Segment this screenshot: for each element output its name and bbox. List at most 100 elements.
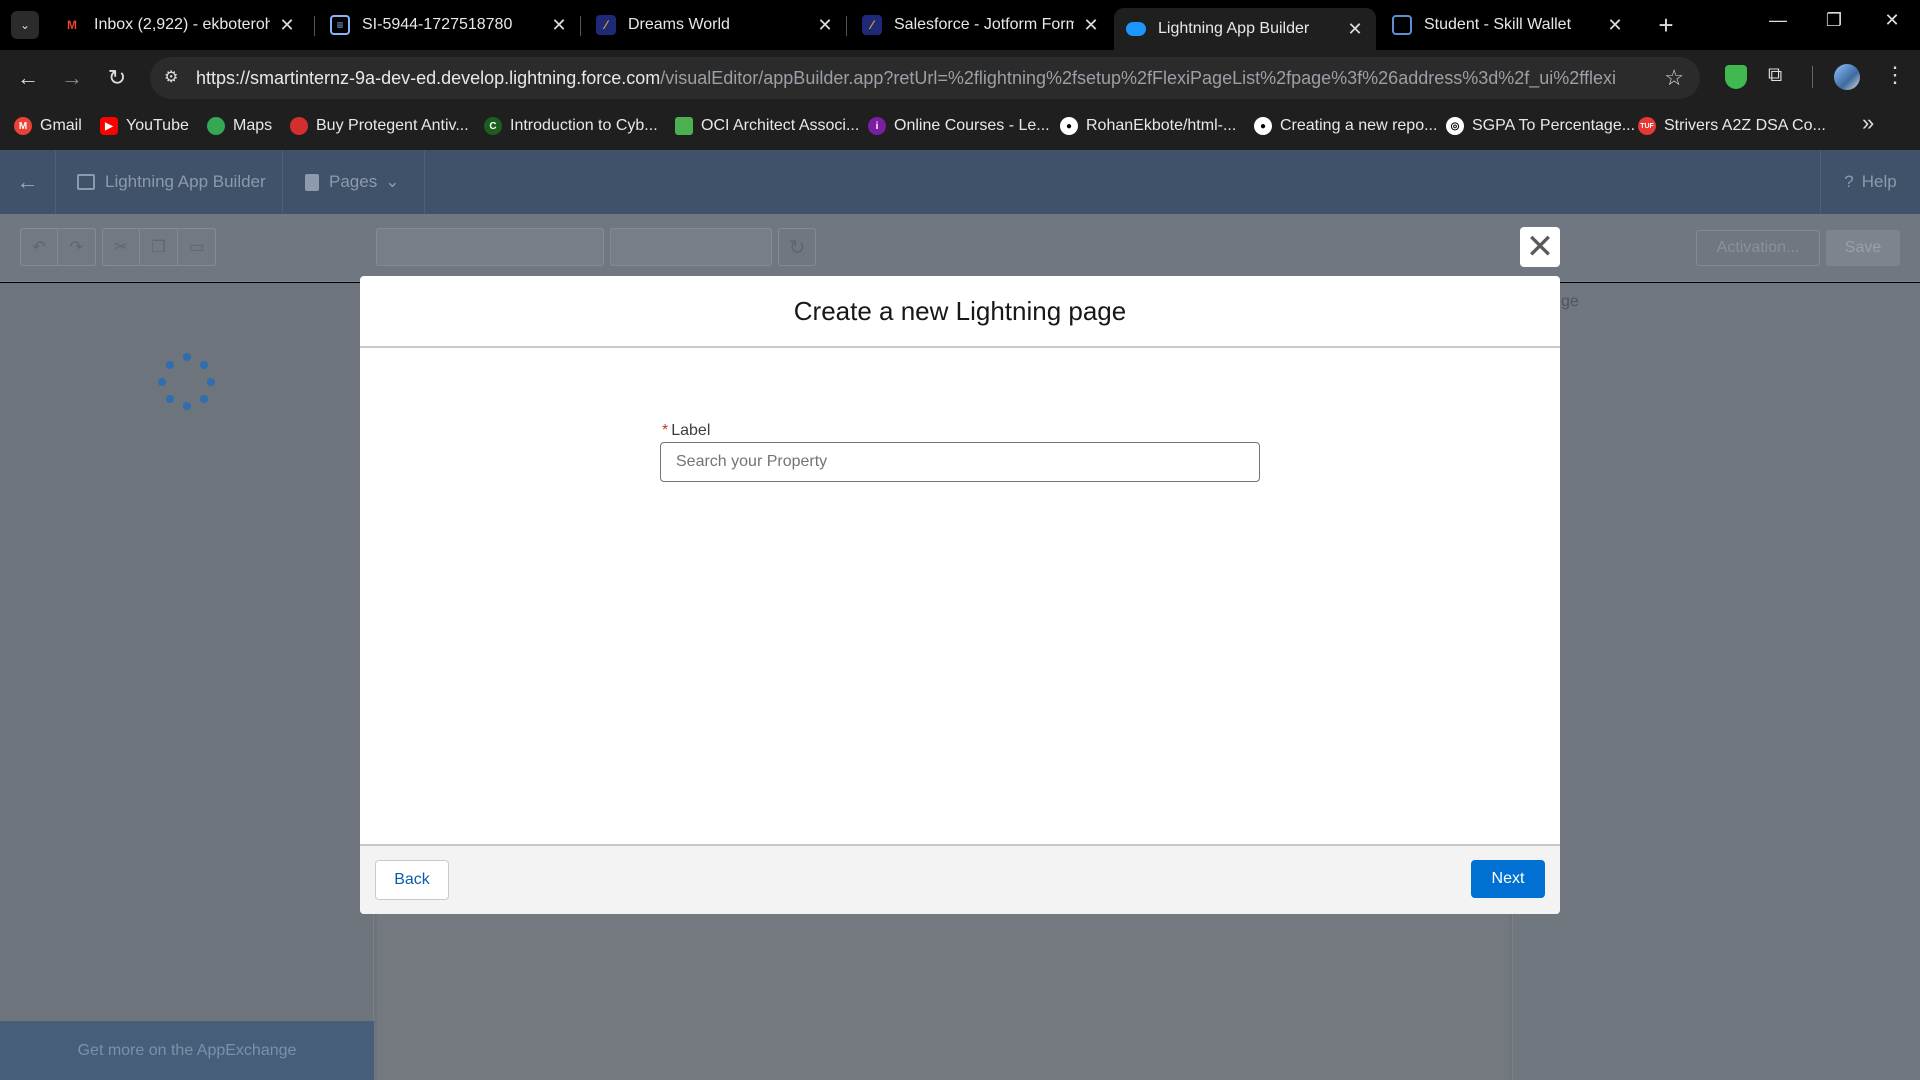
tab-lightning-app-builder[interactable]: Lightning App Builder ✕ [1114,8,1376,50]
bookmarks-bar: M Gmail ▶ YouTube Maps Buy Protegent Antiv… [0,106,1920,150]
modal-title: Create a new Lightning page [793,295,1127,326]
tab-skill-wallet[interactable]: Student - Skill Wallet ✕ [1380,8,1636,42]
bookmark-label: Introduction to Cyb... [510,117,658,134]
reload-icon[interactable]: ↻ [103,64,131,92]
back-arrow-icon[interactable]: ← [14,64,42,92]
maps-pin-icon [207,117,225,135]
save-button[interactable]: Save [1826,230,1900,266]
tab-title: Lightning App Builder [1158,20,1310,37]
cut-icon[interactable]: ✂ [102,228,140,266]
modal-content: * Label [360,348,1560,844]
close-icon: ✕ [1525,228,1555,266]
bookmark-gmail[interactable]: M Gmail [14,117,82,135]
close-tab-icon[interactable]: ✕ [550,15,568,36]
close-tab-icon[interactable]: ✕ [1082,15,1100,36]
close-tab-icon[interactable]: ✕ [1346,19,1364,40]
required-asterisk: * [662,422,669,439]
tab-si-document[interactable]: ≡ SI-5944-1727518780 ✕ [318,8,580,42]
refresh-icon[interactable]: ↻ [778,228,816,266]
restore-icon[interactable]: ❐ [1814,10,1854,31]
url-path: /visualEditor/appBuilder.app?retUrl=%2fl… [660,68,1616,88]
bookmark-star-icon[interactable]: ☆ [1664,65,1684,91]
gmail-icon: M [67,18,77,32]
new-tab-button[interactable]: + [1652,11,1680,39]
bookmark-online-courses[interactable]: i Online Courses - Le... [868,117,1050,135]
pages-menu-label: Pages [329,172,378,191]
bookmark-label: SGPA To Percentage... [1472,117,1636,134]
bookmark-new-repo[interactable]: ● Creating a new repo... [1254,117,1437,135]
redo-icon[interactable]: ↷ [58,228,96,266]
chevron-down-icon: ⌄ [385,172,400,191]
page-selector[interactable] [376,228,604,266]
bookmark-youtube[interactable]: ▶ YouTube [100,117,189,135]
new-lightning-page-modal: Create a new Lightning page *Label Back … [360,276,1560,914]
properties-panel: ge [1512,283,1920,1080]
device-selector[interactable] [610,228,772,266]
paste-icon[interactable]: ▭ [178,228,216,266]
github-icon: ● [1060,117,1078,135]
app-builder-title: Lightning App Builder [57,150,283,214]
copy-icon[interactable]: ❐ [140,228,178,266]
close-tab-icon[interactable]: ✕ [816,15,834,36]
minimize-icon[interactable]: — [1758,10,1798,31]
protegent-icon [290,117,308,135]
modal-close-button[interactable]: ✕ [1520,227,1560,267]
bookmark-oci[interactable]: OCI Architect Associ... [675,117,859,135]
browser-menu-icon[interactable]: ⋮ [1884,62,1906,88]
tab-gmail[interactable]: M Inbox (2,922) - ekboteroha ✕ [50,8,308,42]
bookmark-github-repo[interactable]: ● RohanEkbote/html-... [1060,117,1236,135]
next-button[interactable]: Next [1471,860,1545,898]
bookmark-maps[interactable]: Maps [207,117,272,135]
app-title-text: Lightning App Builder [105,172,266,191]
bookmark-label: OCI Architect Associ... [701,117,860,134]
page-icon [1392,15,1412,35]
forward-arrow-icon[interactable]: → [58,64,86,92]
profile-avatar[interactable] [1834,64,1860,90]
help-label: Help [1861,172,1897,191]
label-input[interactable] [660,442,1260,482]
tab-dreams-world[interactable]: ⁄ Dreams World ✕ [584,8,846,42]
browser-toolbar: ← → ↻ ⚙ https://smartinternz-9a-dev-ed.d… [0,50,1920,106]
back-button[interactable]: Back [375,860,449,900]
close-tab-icon[interactable]: ✕ [278,15,296,36]
components-panel: Get more on the AppExchange [0,283,374,1080]
bookmark-cyber[interactable]: C Introduction to Cyb... [484,117,658,135]
close-tab-icon[interactable]: ✕ [1606,15,1624,36]
tab-divider [580,16,581,36]
bookmark-label: Maps [233,117,273,134]
bookmark-protegent[interactable]: Buy Protegent Antiv... [290,117,469,135]
label-field-label: * Label [662,422,710,440]
appexchange-link[interactable]: Get more on the AppExchange [0,1021,374,1080]
bookmark-label: Creating a new repo... [1280,117,1438,134]
youtube-icon: ▶ [100,117,118,135]
extensions-puzzle-icon[interactable]: ⧉ [1768,64,1782,87]
address-bar[interactable]: ⚙ https://smartinternz-9a-dev-ed.develop… [150,57,1700,99]
tab-title: SI-5944-1727518780 [362,16,513,33]
salesforce-cloud-icon [1126,22,1146,36]
pages-menu[interactable]: Pages ⌄ [283,150,425,214]
back-arrow-icon[interactable]: ← [0,150,56,214]
window-close-icon[interactable]: ✕ [1872,10,1912,31]
help-link[interactable]: ? Help [1820,150,1920,214]
help-icon: ? [1844,172,1854,191]
oci-icon [675,117,693,135]
activation-button[interactable]: Activation... [1696,230,1820,266]
page-icon [305,173,319,191]
document-icon: ≡ [330,15,350,35]
tab-title: Dreams World [628,16,730,33]
courses-icon: i [868,117,886,135]
more-bookmarks-icon[interactable]: » [1862,110,1874,136]
bookmark-label: Strivers A2Z DSA Co... [1664,117,1826,134]
shield-extension-icon[interactable] [1725,65,1747,89]
bookmark-strivers[interactable]: TUF Strivers A2Z DSA Co... [1638,117,1826,135]
app-builder-icon [77,174,95,190]
tab-search-icon[interactable]: ⌄ [11,11,39,39]
toolbar-divider [1812,66,1813,88]
loading-spinner [158,353,216,411]
site-settings-icon[interactable]: ⚙ [164,67,178,87]
url-text[interactable]: https://smartinternz-9a-dev-ed.develop.l… [196,68,1616,89]
undo-icon[interactable]: ↶ [20,228,58,266]
bookmark-sgpa[interactable]: ◎ SGPA To Percentage... [1446,117,1635,135]
tab-salesforce-jotform[interactable]: ⁄ Salesforce - Jotform Form B ✕ [850,8,1112,42]
tab-title: Student - Skill Wallet [1424,16,1572,33]
